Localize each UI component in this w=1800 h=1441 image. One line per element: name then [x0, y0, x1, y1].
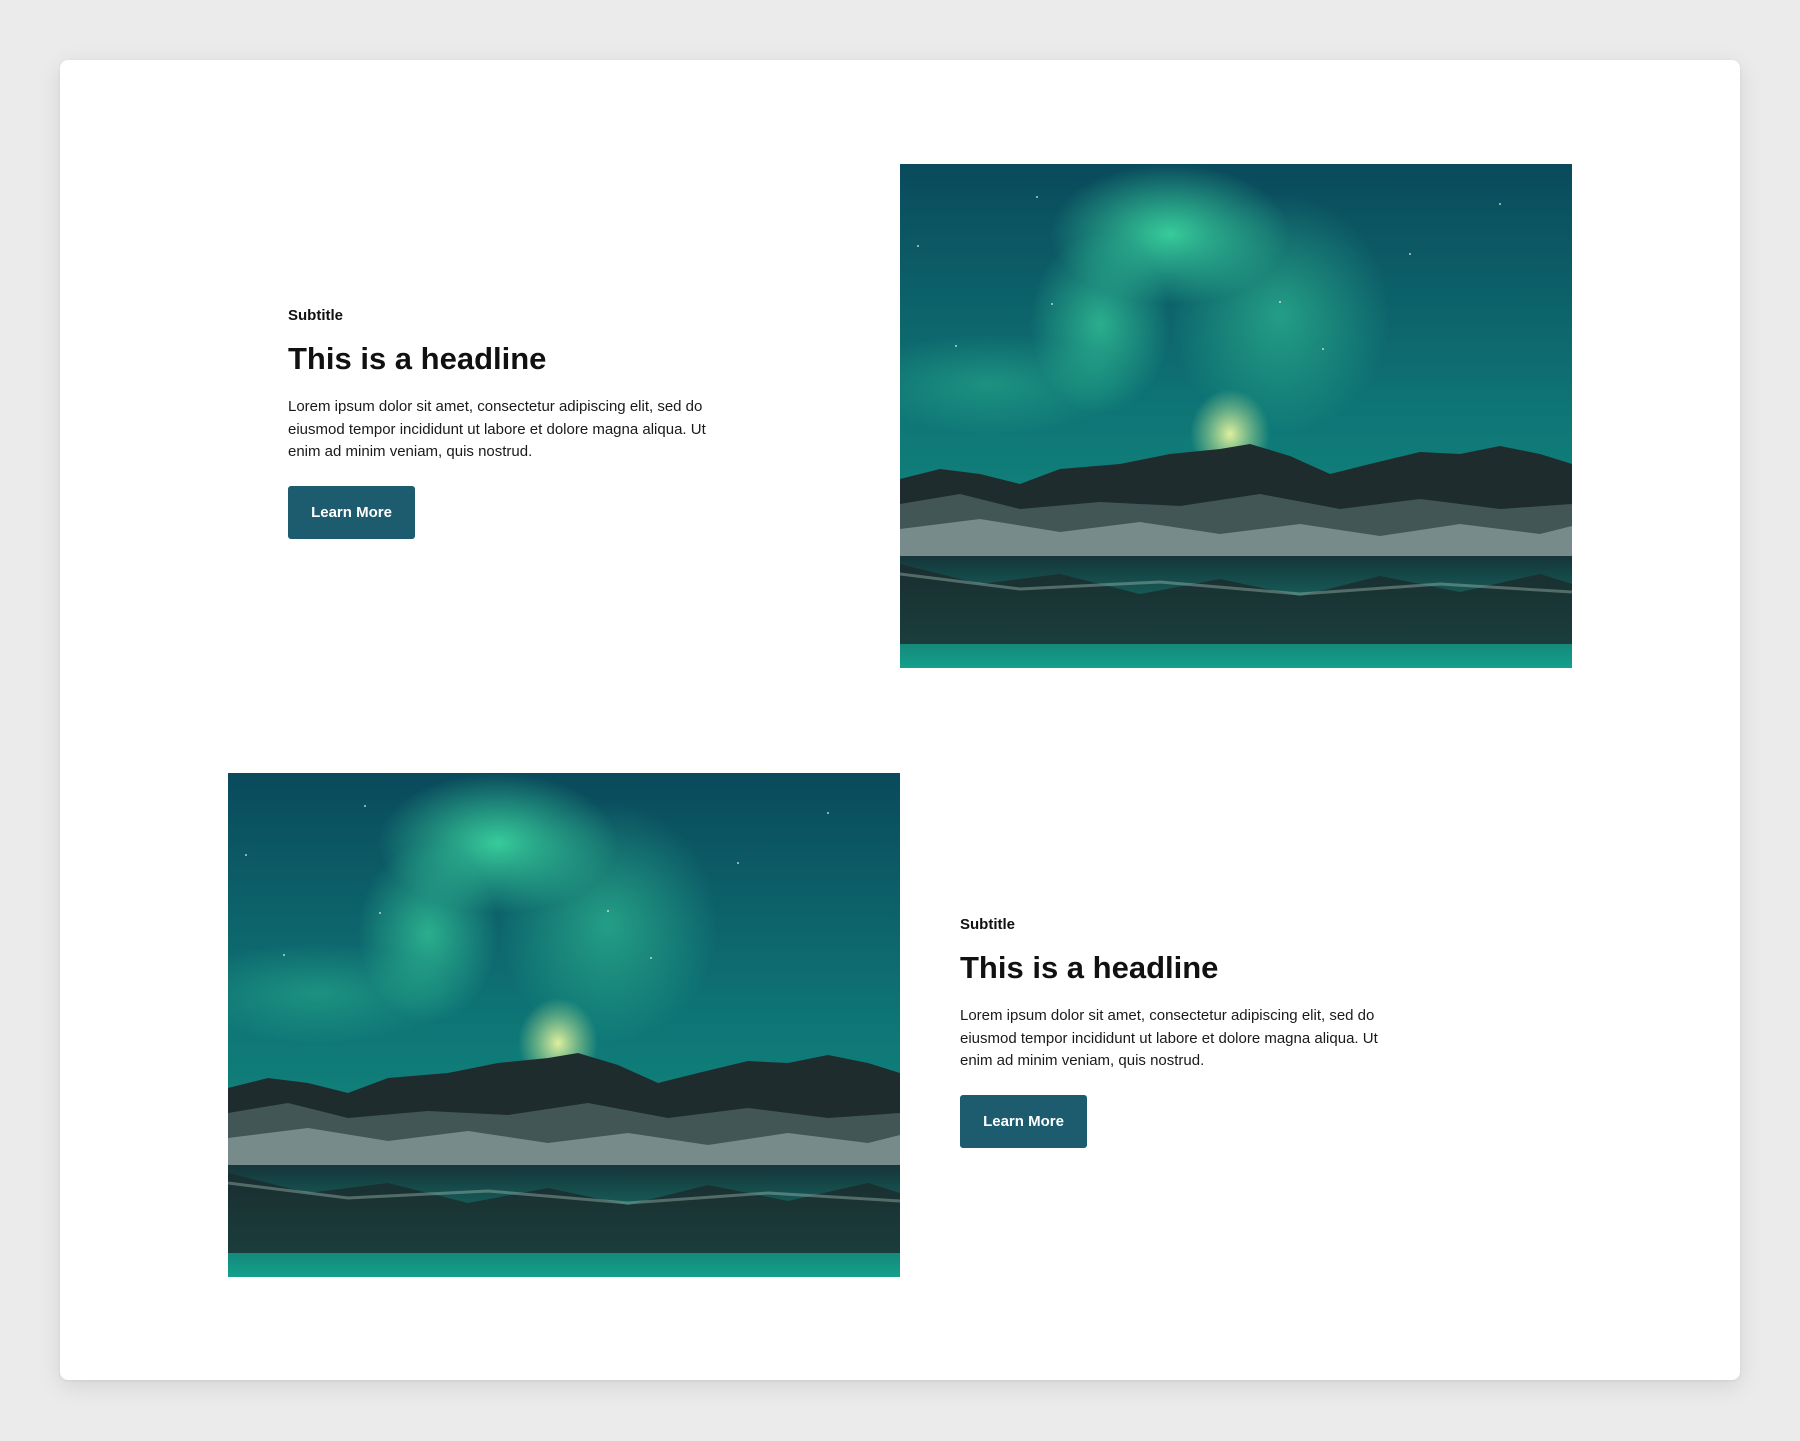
learn-more-button[interactable]: Learn More — [960, 1094, 1087, 1148]
aurora-image-graphic — [228, 773, 900, 1277]
learn-more-button[interactable]: Learn More — [288, 485, 415, 539]
feature-text-2: Subtitle This is a headline Lorem ipsum … — [960, 915, 1400, 1148]
section-subtitle: Subtitle — [288, 307, 343, 324]
feature-text-1: Subtitle This is a headline Lorem ipsum … — [288, 306, 728, 539]
section-headline: This is a headline — [288, 341, 547, 376]
aurora-mountain-image — [228, 773, 900, 1277]
section-body: Lorem ipsum dolor sit amet, consectetur … — [288, 398, 706, 460]
section-body: Lorem ipsum dolor sit amet, consectetur … — [960, 1007, 1378, 1069]
content-card: Subtitle This is a headline Lorem ipsum … — [60, 60, 1740, 1380]
section-headline: This is a headline — [960, 950, 1219, 985]
feature-section-2: Subtitle This is a headline Lorem ipsum … — [60, 773, 1740, 1277]
aurora-image-graphic — [900, 164, 1572, 668]
aurora-mountain-image — [900, 164, 1572, 668]
section-subtitle: Subtitle — [960, 916, 1015, 933]
feature-section-1: Subtitle This is a headline Lorem ipsum … — [60, 164, 1740, 668]
